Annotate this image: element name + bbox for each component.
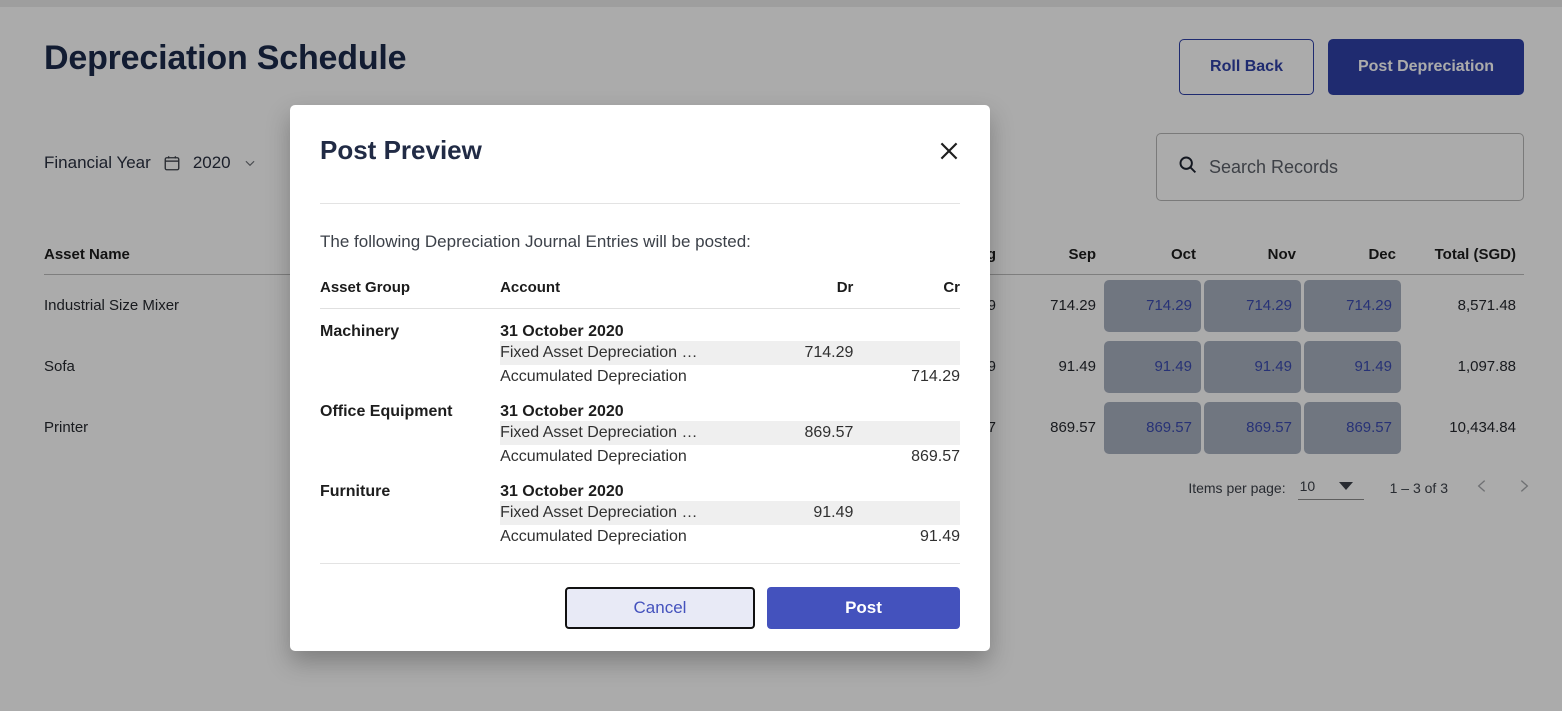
body-divider — [320, 563, 960, 564]
col-cr: Cr — [853, 279, 960, 309]
post-preview-dialog: Post Preview The following Depreciation … — [290, 105, 990, 651]
app-root: Depreciation Schedule Roll Back Post Dep… — [0, 0, 1562, 711]
journal-entries-table: Asset Group Account Dr Cr Machinery 31 O… — [320, 279, 960, 549]
dialog-header: Post Preview — [290, 105, 990, 204]
dialog-footer: Cancel Post — [290, 565, 990, 651]
dialog-lead-text: The following Depreciation Journal Entri… — [320, 232, 751, 251]
journal-dr: 714.29 — [745, 341, 854, 365]
journal-group-date-row: Office Equipment 31 October 2020 — [320, 389, 960, 421]
journal-cr: 714.29 — [911, 368, 960, 385]
header-divider — [320, 203, 960, 204]
journal-account: Accumulated Depreciation — [500, 448, 687, 465]
journal-cr: 91.49 — [919, 528, 960, 545]
journal-account: Fixed Asset Depreciation … — [500, 501, 746, 525]
journal-dr — [745, 525, 853, 549]
col-dr: Dr — [745, 279, 854, 309]
journal-group-date-row: Machinery 31 October 2020 — [320, 309, 960, 342]
col-asset-group: Asset Group — [320, 279, 501, 309]
dialog-body: The following Depreciation Journal Entri… — [290, 204, 990, 565]
journal-account: Fixed Asset Depreciation … — [500, 341, 746, 365]
journal-cr — [853, 421, 960, 445]
close-icon[interactable] — [936, 138, 962, 164]
journal-dr: 869.57 — [745, 421, 854, 445]
journal-account: Fixed Asset Depreciation … — [500, 421, 746, 445]
cancel-button[interactable]: Cancel — [565, 587, 755, 629]
journal-asset-group: Furniture — [320, 483, 391, 500]
journal-date: 31 October 2020 — [500, 483, 624, 500]
dialog-title: Post Preview — [320, 135, 482, 165]
post-button[interactable]: Post — [767, 587, 960, 629]
journal-asset-group: Machinery — [320, 323, 400, 340]
journal-header-row: Asset Group Account Dr Cr — [320, 279, 960, 309]
journal-dr — [745, 365, 853, 389]
journal-cr: 869.57 — [911, 448, 960, 465]
journal-account: Accumulated Depreciation — [500, 528, 687, 545]
col-account: Account — [500, 279, 746, 309]
journal-asset-group: Office Equipment — [320, 403, 453, 420]
journal-date: 31 October 2020 — [500, 323, 624, 340]
journal-cr — [853, 501, 960, 525]
journal-account: Accumulated Depreciation — [500, 368, 687, 385]
journal-group-date-row: Furniture 31 October 2020 — [320, 469, 960, 501]
journal-cr — [853, 341, 960, 365]
journal-date: 31 October 2020 — [500, 403, 624, 420]
journal-dr: 91.49 — [745, 501, 854, 525]
journal-dr — [745, 445, 853, 469]
